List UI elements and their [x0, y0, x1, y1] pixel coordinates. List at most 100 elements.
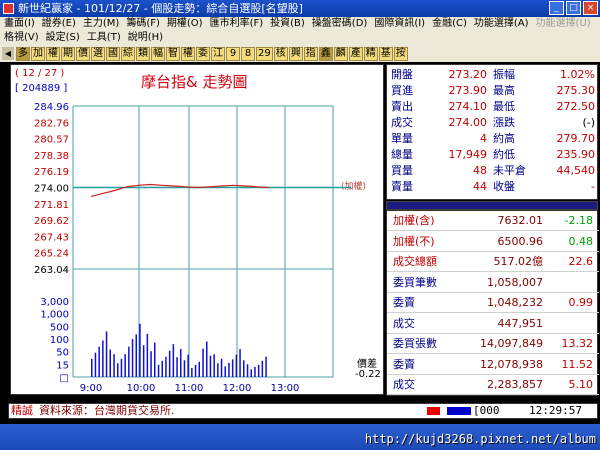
volume-bar	[161, 360, 163, 377]
index-value: 7632.01	[497, 214, 544, 227]
volume-bar	[246, 364, 249, 377]
toolbar-button[interactable]: 委	[196, 46, 210, 61]
toolbar-button[interactable]: 幅	[151, 46, 165, 61]
chart-canvas: 284.96 282.76 280.57 278.38 276.19 274.00 271.…	[34, 102, 351, 394]
maximize-button[interactable]: □	[566, 1, 581, 15]
toolbar-button[interactable]: 產	[348, 46, 363, 61]
menu-item[interactable]: 國際資訊(I)	[374, 17, 425, 31]
menu-item[interactable]: 畫面(I)	[4, 17, 35, 31]
volume-bar	[243, 360, 245, 377]
volume-bar	[176, 357, 178, 377]
menu-item[interactable]: 說明(H)	[128, 31, 163, 45]
toolbar-button[interactable]: 指	[303, 46, 318, 61]
quote-row: 買進 273.90 最高 275.30	[387, 84, 599, 97]
toolbar-button[interactable]: 基	[378, 46, 393, 61]
volume-bar	[206, 341, 208, 377]
scroll-strip[interactable]	[386, 201, 598, 210]
code-input[interactable]: [000	[473, 404, 500, 418]
index-value: 12,078,938	[480, 357, 543, 371]
volume-bar	[109, 349, 111, 377]
volume-bar	[150, 351, 152, 377]
menu-item[interactable]: 設定(S)	[46, 31, 80, 45]
minimize-button[interactable]: _	[549, 1, 564, 15]
market-index-panel: 加權(含) 7632.01 -2.18 加權(不) 6500.96 0.48 成交總額 517…	[386, 210, 599, 396]
quote-label: 最低	[493, 100, 515, 113]
quote-label: 總量	[391, 148, 413, 161]
index-label: 成交	[393, 316, 415, 330]
toolbar-button[interactable]: 江	[211, 46, 225, 61]
toolbar-button[interactable]: 多	[16, 46, 30, 61]
menu-item[interactable]: 籌碼(F)	[126, 17, 160, 31]
menu-item[interactable]: 操盤密碼(D)	[312, 17, 368, 31]
menu-item[interactable]: 投資(B)	[270, 17, 305, 31]
quote-value: 1.02%	[560, 68, 595, 81]
menu-item[interactable]: 主力(M)	[83, 17, 119, 31]
time-tick-label: 11:00	[175, 383, 204, 394]
toolbar-button[interactable]: 綜	[121, 46, 135, 61]
volume-bar	[202, 348, 204, 377]
menu-bar: 畫面(I) 證券(E) 主力(M) 籌碼(F) 期權(O) 匯市利率(F) 投資(B) 操盤密…	[0, 17, 600, 45]
toolbar-left-arrow-icon[interactable]: ◀	[2, 47, 14, 60]
quote-value: 275.30	[556, 84, 596, 97]
index-value: 1,058,007	[487, 275, 543, 289]
volume-bar	[191, 367, 193, 377]
toolbar-button[interactable]: 加	[31, 46, 45, 61]
quote-label: 成交	[391, 116, 413, 129]
index-row: 委賣 1,048,232 0.99	[387, 293, 599, 313]
menu-item[interactable]: 證券(E)	[42, 17, 76, 31]
toolbar-button[interactable]: 9	[226, 46, 240, 61]
toolbar-button[interactable]: 29	[256, 46, 273, 61]
quote-row: 開盤 273.20 振幅 1.02%	[387, 68, 599, 81]
toolbar-button[interactable]: 權	[181, 46, 195, 61]
quote-label: 漲跌	[493, 116, 515, 129]
toolbar-button[interactable]: 期	[61, 46, 75, 61]
menu-item[interactable]: 期權(O)	[167, 17, 203, 31]
menu-item[interactable]: 金融(C)	[432, 17, 467, 31]
close-button[interactable]: ×	[583, 1, 598, 15]
toolbar-button[interactable]: 精	[363, 46, 378, 61]
volume-bar	[146, 333, 149, 377]
index-row: 委買筆數 1,058,007	[387, 273, 599, 293]
index-label: 委賣	[393, 296, 415, 309]
index-value: 2,283,857	[487, 378, 543, 391]
watermark-url: http://kujd3268.pixnet.net/album	[364, 432, 596, 446]
toolbar-button[interactable]: 價	[76, 46, 90, 61]
toolbar-button[interactable]: 按	[393, 46, 408, 61]
quote-value: 273.20	[448, 68, 488, 81]
volume-bar	[113, 354, 115, 377]
volume-bar	[139, 323, 141, 377]
toolbar-button[interactable]: 鑫	[318, 46, 333, 61]
index-change: 0.99	[568, 296, 594, 309]
volume-tick-label: □	[60, 373, 69, 384]
index-value: 447,951	[497, 316, 544, 330]
toolbar-button[interactable]: 類	[136, 46, 150, 61]
toolbar-button[interactable]: 選	[91, 46, 105, 61]
index-row: 加權(不) 6500.96 0.48	[387, 232, 599, 252]
volume-bar	[217, 363, 219, 377]
index-change: 5.10	[568, 378, 594, 391]
volume-bar	[261, 360, 264, 377]
volume-bar	[213, 354, 215, 377]
volume-bar	[94, 352, 97, 377]
toolbar-button[interactable]: 核	[273, 46, 288, 61]
index-change: 0.48	[568, 234, 594, 248]
menu-item[interactable]: 功能選擇(U)	[536, 17, 591, 31]
toolbar-button[interactable]: 8	[241, 46, 255, 61]
price-line	[90, 183, 270, 197]
status-bar: 精誠 資料來源：台灣期貨交易所. [000 12:29:57	[8, 403, 598, 419]
toolbar-button[interactable]: 麟	[333, 46, 348, 61]
menu-item[interactable]: 功能選擇(A)	[474, 17, 529, 31]
menu-item[interactable]: 格視(V)	[4, 31, 39, 45]
toolbar-button[interactable]: 智	[166, 46, 180, 61]
quote-row: 賣出 274.10 最低 272.50	[387, 100, 599, 113]
index-row: 委賣 12,078,938 11.52	[387, 355, 599, 375]
toolbar-button[interactable]: 國	[106, 46, 120, 61]
toolbar-button[interactable]: 權	[46, 46, 60, 61]
price-tick-label: 269.62	[34, 216, 69, 227]
toolbar-button[interactable]: 興	[288, 46, 303, 61]
quote-value: 4	[480, 132, 487, 145]
price-tick-label: 278.38	[34, 151, 69, 162]
menu-item[interactable]: 工具(T)	[87, 31, 121, 45]
menu-item[interactable]: 匯市利率(F)	[210, 17, 264, 31]
status-indicator	[427, 407, 471, 415]
